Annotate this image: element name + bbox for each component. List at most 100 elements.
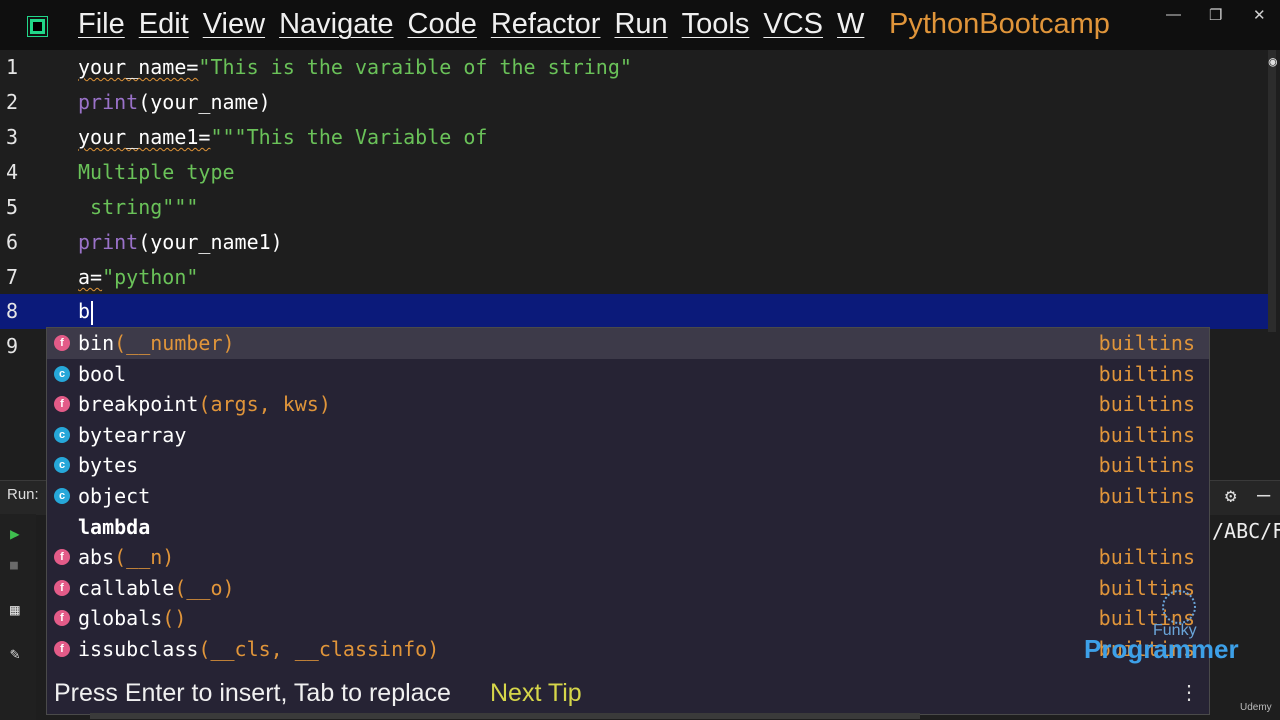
menu-view[interactable]: View <box>203 8 265 41</box>
line-number: 2 <box>6 90 19 114</box>
completion-item[interactable]: f bin(__number) builtins <box>47 328 1209 359</box>
menu-run[interactable]: Run <box>614 8 667 41</box>
code-string: "python" <box>102 265 199 289</box>
function-icon: f <box>54 610 70 627</box>
completion-item[interactable]: f abs(__n) builtins <box>47 542 1209 573</box>
completion-source: builtins <box>1098 392 1195 417</box>
code-line[interactable]: 2 print(your_name) <box>0 85 1268 120</box>
close-icon[interactable]: ✕ <box>1253 6 1266 24</box>
eye-icon[interactable]: ◉ <box>1269 54 1277 70</box>
class-icon: c <box>54 457 70 474</box>
hide-panel-icon[interactable]: — <box>1257 483 1270 508</box>
function-icon: f <box>54 641 70 657</box>
completion-signature: (__cls, __classinfo) <box>198 637 440 661</box>
line-number: 1 <box>6 55 19 79</box>
code-token: your_name= <box>78 55 199 79</box>
run-output: /ABC/F <box>1212 519 1280 543</box>
completion-name: bool <box>78 361 127 386</box>
menu-refactor[interactable]: Refactor <box>491 8 601 41</box>
line-number: 8 <box>6 299 19 323</box>
horizontal-scrollbar[interactable] <box>90 713 920 719</box>
minimize-icon[interactable]: — <box>1166 6 1181 23</box>
class-icon: c <box>54 365 70 382</box>
completion-name: object <box>78 484 151 508</box>
line-number: 7 <box>6 265 19 289</box>
code-line[interactable]: 7 a="python" <box>0 260 1268 295</box>
function-icon: f <box>54 549 70 566</box>
line-number: 5 <box>6 195 19 219</box>
line-number: 4 <box>6 160 19 184</box>
line-number: 6 <box>6 230 19 254</box>
stop-icon[interactable]: ■ <box>10 558 18 573</box>
completion-item[interactable]: f issubclass(__cls, __classinfo) builtin… <box>47 634 1209 665</box>
text-caret <box>91 300 94 325</box>
menu-navigate[interactable]: Navigate <box>279 8 393 41</box>
completion-name: lambda <box>78 514 151 539</box>
completion-signature: (__n) <box>114 545 175 570</box>
code-line[interactable]: 5 string""" <box>0 190 1268 225</box>
pycharm-app-icon <box>28 17 47 36</box>
code-line-current[interactable]: 8 b <box>0 294 1268 329</box>
menu-code[interactable]: Code <box>408 8 477 41</box>
code-token: b <box>78 299 91 323</box>
more-options-icon[interactable]: ⋮ <box>1179 673 1199 714</box>
code-line[interactable]: 1 your_name="This is the varaible of the… <box>0 50 1268 85</box>
completion-name: callable <box>78 575 175 600</box>
completion-item[interactable]: f breakpoint(args, kws) builtins <box>47 389 1209 420</box>
code-line[interactable]: 6 print(your_name1) <box>0 225 1268 260</box>
title-bar: File Edit View Navigate Code Refactor Ru… <box>0 0 1280 50</box>
completion-name: bin <box>78 331 115 355</box>
menu-window[interactable]: W <box>837 8 864 41</box>
code-token: (your_name) <box>138 90 271 114</box>
completion-item[interactable]: c object builtins <box>47 481 1209 512</box>
completion-popup: f bin(__number) builtins c bool builtins… <box>46 327 1210 715</box>
next-tip-link[interactable]: Next Tip <box>490 673 582 714</box>
gear-icon[interactable]: ⚙ <box>1225 485 1236 507</box>
menu-vcs[interactable]: VCS <box>763 8 823 41</box>
function-icon: f <box>54 396 70 413</box>
completion-source: builtins <box>1098 453 1195 478</box>
line-number: 9 <box>6 334 19 358</box>
class-icon: c <box>54 426 70 443</box>
code-string: Multiple type <box>78 160 235 184</box>
completion-hint: Press Enter to insert, Tab to replace <box>54 679 451 707</box>
line-number: 3 <box>6 125 19 149</box>
completion-name: breakpoint <box>78 392 199 417</box>
layout-icon[interactable]: ▦ <box>10 600 20 619</box>
udemy-watermark: Udemy <box>1240 702 1272 713</box>
completion-name: abs <box>78 545 115 570</box>
code-token: print <box>78 230 139 254</box>
pin-icon[interactable]: ✎ <box>10 644 20 663</box>
play-icon[interactable]: ▶ <box>10 524 20 543</box>
editor-scrollbar[interactable] <box>1268 50 1276 332</box>
watermark-programmer: Programmer <box>1084 634 1239 664</box>
class-icon: c <box>54 488 70 504</box>
code-string: "This is the varaible of the string" <box>198 55 632 79</box>
code-line[interactable]: 3 your_name1="""This the Variable of <box>0 120 1268 155</box>
run-toolbar: ▶ ■ ▦ ✎ <box>0 514 36 720</box>
code-line[interactable]: 4 Multiple type <box>0 155 1268 190</box>
completion-name: bytes <box>78 453 139 478</box>
completion-item[interactable]: lambda <box>47 512 1209 543</box>
completion-source: builtins <box>1098 422 1195 447</box>
menu-tools[interactable]: Tools <box>682 8 750 41</box>
code-token: print <box>78 90 139 114</box>
completion-item[interactable]: f callable(__o) builtins <box>47 573 1209 604</box>
restore-icon[interactable]: ❐ <box>1209 6 1222 24</box>
project-name: PythonBootcamp <box>889 8 1110 40</box>
run-panel-label: Run: <box>7 486 39 503</box>
completion-item[interactable]: c bytearray builtins <box>47 420 1209 451</box>
completion-item[interactable]: c bool builtins <box>47 359 1209 390</box>
completion-item[interactable]: f globals() builtins <box>47 603 1209 634</box>
menu-file[interactable]: File <box>78 8 125 41</box>
menu-edit[interactable]: Edit <box>139 8 189 41</box>
code-string: string""" <box>78 195 199 219</box>
completion-source: builtins <box>1098 361 1195 386</box>
code-token: (your_name1) <box>138 230 283 254</box>
completion-signature: (args, kws) <box>198 392 331 417</box>
completion-name: globals <box>78 606 163 631</box>
completion-source: builtins <box>1098 331 1195 355</box>
completion-item[interactable]: c bytes builtins <box>47 450 1209 481</box>
completion-name: issubclass <box>78 637 199 661</box>
completion-source: builtins <box>1098 484 1195 508</box>
